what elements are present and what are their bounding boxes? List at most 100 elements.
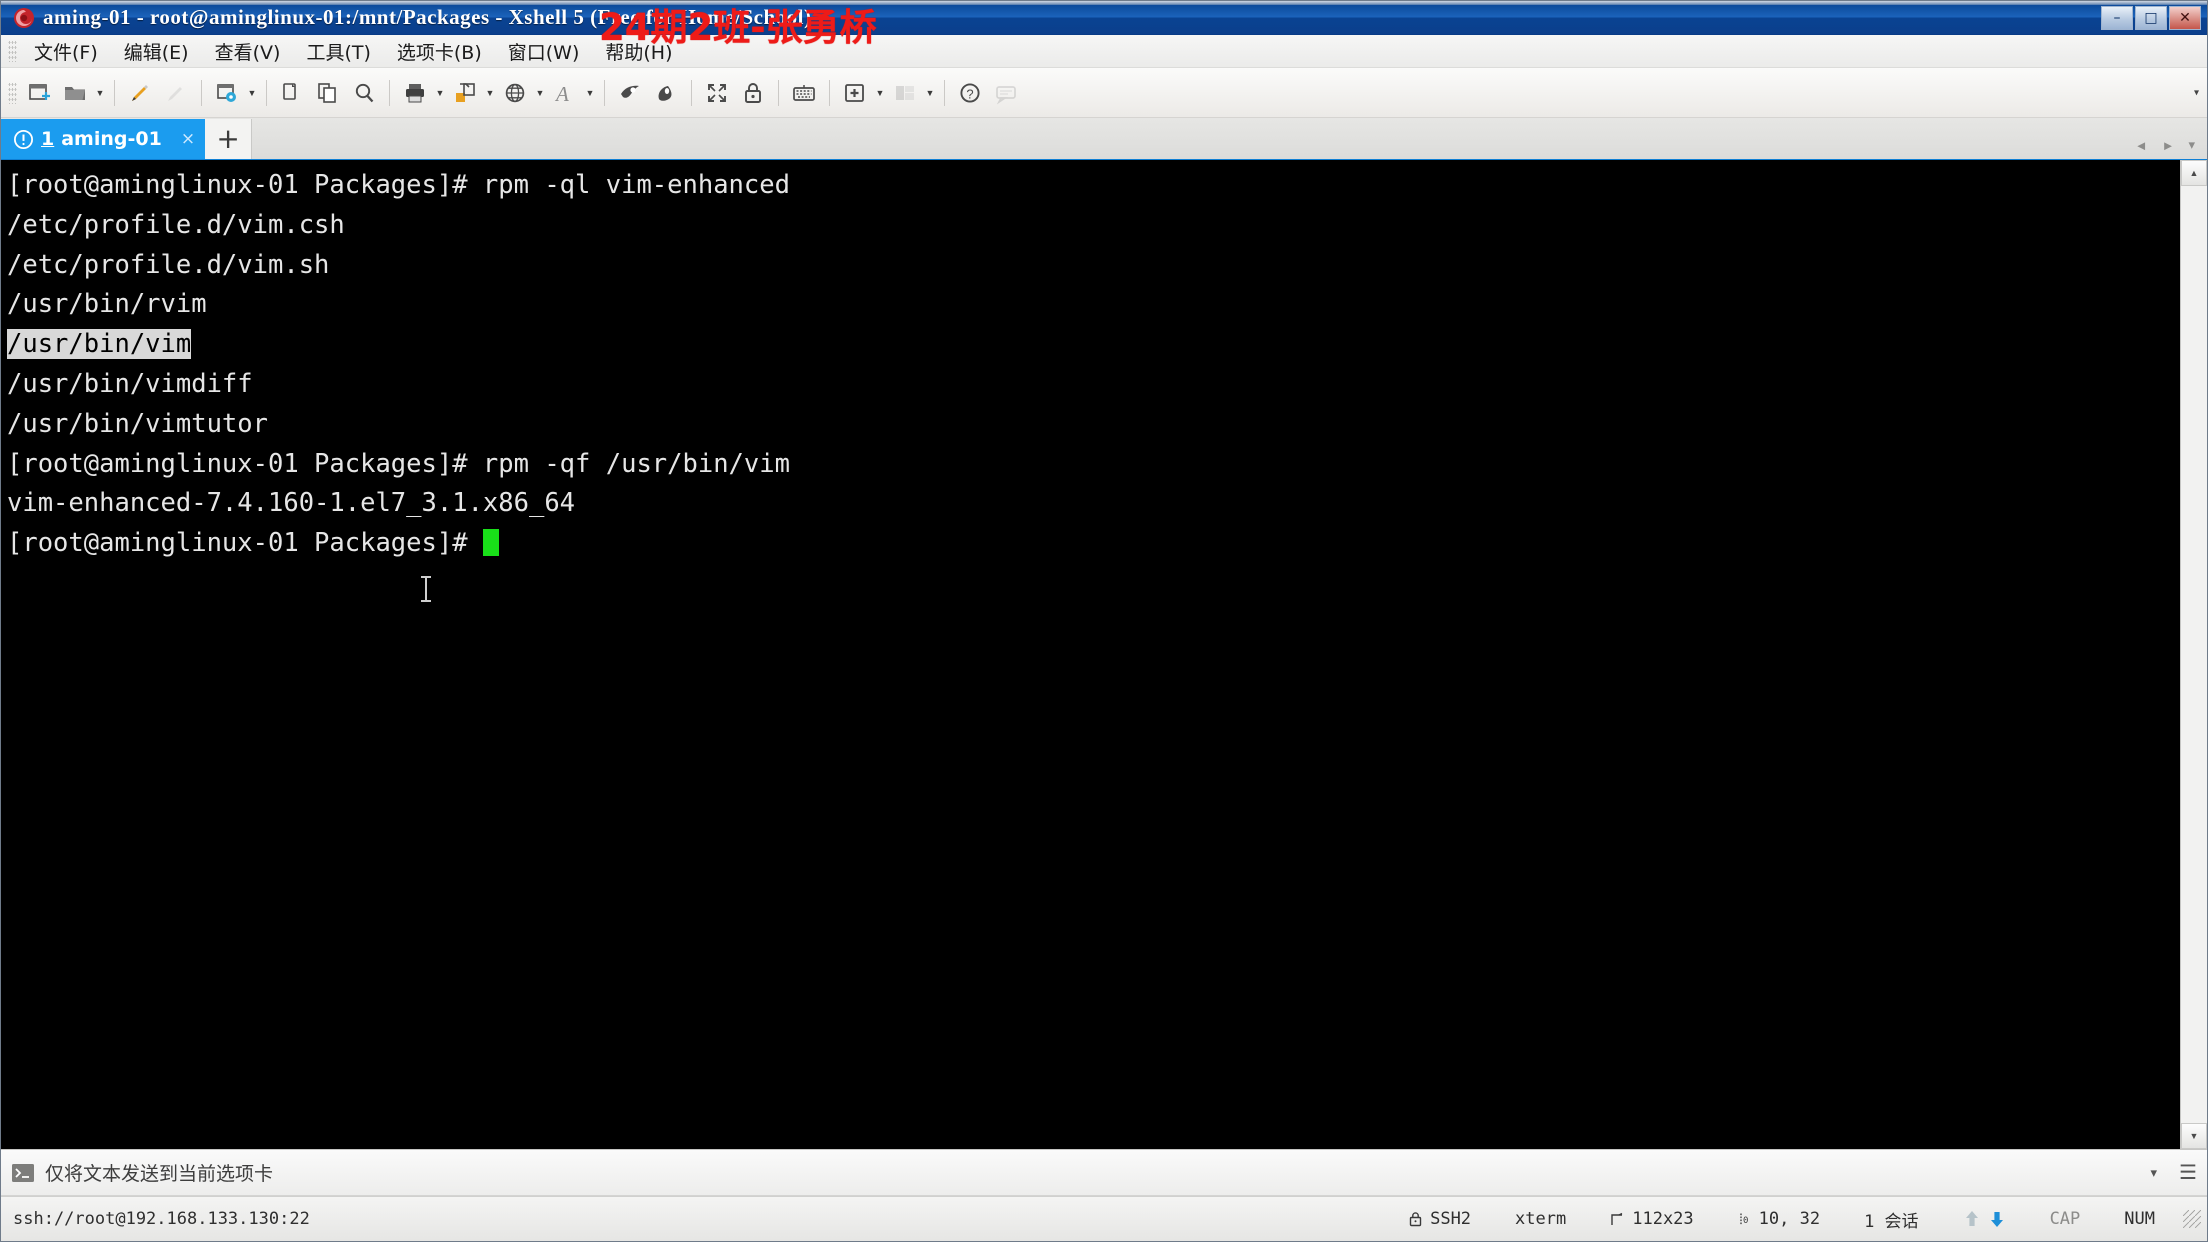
tab-scroll-left-icon[interactable]: ◄ (2135, 138, 2148, 153)
menu-tools[interactable]: 工具(T) (293, 34, 383, 69)
toolbar-separator (604, 79, 605, 106)
tab-label: aming-01 (61, 128, 162, 150)
maximize-button[interactable]: □ (2135, 5, 2167, 30)
scrollbar-track[interactable] (2181, 186, 2207, 1123)
menu-edit[interactable]: 编辑(E) (111, 34, 202, 69)
copy-icon[interactable] (274, 75, 310, 111)
help-icon[interactable]: ? (952, 75, 988, 111)
lock-icon (1408, 1211, 1423, 1227)
mouse-text-cursor (421, 576, 431, 602)
open-folder-dropdown-caret[interactable]: ▼ (93, 76, 107, 110)
fullscreen-icon[interactable] (699, 75, 735, 111)
terminal-selected-text: /usr/bin/vim (7, 329, 192, 360)
toolbar-separator (944, 79, 945, 106)
font-dropdown-caret[interactable]: ▼ (583, 76, 597, 110)
close-button[interactable]: ✕ (2169, 5, 2201, 30)
status-bar: ssh://root@192.168.133.130:22 SSH2 xterm… (1, 1196, 2207, 1241)
cursor-position-label: 10, 32 (1758, 1209, 1821, 1229)
new-tab-button[interactable]: + (205, 119, 253, 159)
tab-scroll-right-icon[interactable]: ► (2162, 138, 2175, 153)
print-dropdown-caret[interactable]: ▼ (433, 76, 447, 110)
open-folder-icon[interactable] (57, 75, 93, 111)
toolbar-separator (266, 79, 267, 106)
new-tab-icon[interactable] (837, 75, 873, 111)
terminal-scrollbar[interactable]: ▲ ▼ (2180, 160, 2207, 1149)
toolbar-separator (114, 79, 115, 106)
minimize-button[interactable]: – (2101, 5, 2133, 30)
globe-icon[interactable] (497, 75, 533, 111)
menu-drag-grip[interactable] (8, 40, 17, 62)
connect-icon[interactable] (122, 75, 158, 111)
new-tab-dropdown-caret[interactable]: ▼ (873, 76, 887, 110)
svg-text:?: ? (966, 86, 973, 101)
connection-url: ssh://root@192.168.133.130:22 (13, 1209, 310, 1229)
toolbar-overflow-caret[interactable]: ▾ (2194, 87, 2199, 98)
xshell-window: aming-01 - root@aminglinux-01:/mnt/Packa… (0, 0, 2208, 1242)
terminal-output[interactable]: [root@aminglinux-01 Packages]# rpm -ql v… (1, 160, 2180, 1149)
app-icon (11, 5, 37, 31)
screen-size-icon (1610, 1212, 1625, 1227)
xagent-icon[interactable] (648, 75, 684, 111)
tab-bar: 1 aming-01 × + ◄ ► ▾ (1, 118, 2207, 160)
layout-dropdown-caret[interactable]: ▼ (923, 76, 937, 110)
resize-grip[interactable] (2183, 1210, 2201, 1228)
transfer-dropdown-caret[interactable]: ▼ (483, 76, 497, 110)
toolbar-drag-grip[interactable] (8, 81, 17, 104)
scroll-up-arrow-icon[interactable]: ▲ (2181, 160, 2207, 186)
screen-size-label: 112x23 (1632, 1209, 1694, 1229)
tab-scroll-controls: ◄ ► ▾ (2135, 137, 2207, 159)
status-session-count: 1 会话 (1864, 1211, 1919, 1232)
menu-view[interactable]: 查看(V) (202, 34, 294, 69)
menu-tabs[interactable]: 选项卡(B) (384, 34, 495, 69)
protocol-label: SSH2 (1430, 1209, 1472, 1229)
warning-icon (13, 129, 34, 150)
terminal-line: /etc/profile.d/vim.csh (7, 209, 345, 240)
chat-icon (988, 75, 1024, 111)
layout-icon (887, 75, 923, 111)
terminal-line: [root@aminglinux-01 Packages]# rpm -ql v… (7, 170, 790, 200)
keyboard-icon[interactable] (786, 75, 822, 111)
status-terminal-type: xterm (1515, 1209, 1567, 1229)
title-bar: aming-01 - root@aminglinux-01:/mnt/Packa… (1, 1, 2207, 49)
terminal-line: [root@aminglinux-01 Packages]# rpm -qf /… (7, 448, 790, 479)
toolbar: ▼ ▼ ▼ ▼ ▼ A ▼ ▼ ▼ ? ▾ (1, 68, 2207, 118)
session-properties-dropdown-caret[interactable]: ▼ (245, 76, 259, 110)
upload-arrow-icon (1963, 1209, 1981, 1229)
status-protocol: SSH2 (1386, 1209, 1493, 1229)
transfer-icon[interactable] (447, 75, 483, 111)
status-transfer-indicators (1941, 1209, 2028, 1229)
svg-text:A: A (554, 82, 569, 105)
font-icon[interactable]: A (547, 75, 583, 111)
send-target-dropdown-caret[interactable]: ▾ (2151, 1165, 2158, 1181)
scroll-down-arrow-icon[interactable]: ▼ (2181, 1123, 2207, 1149)
find-icon[interactable] (346, 75, 382, 111)
tab-list-menu-icon[interactable]: ▾ (2188, 137, 2195, 153)
cursor-position-icon: 0 (1738, 1212, 1752, 1227)
terminal-cursor (482, 529, 499, 557)
send-target-label: 仅将文本发送到当前选项卡 (45, 1163, 274, 1185)
toolbar-separator (778, 79, 779, 106)
toolbar-separator (691, 79, 692, 106)
globe-dropdown-caret[interactable]: ▼ (533, 76, 547, 110)
toolbar-separator (201, 79, 202, 106)
menu-window[interactable]: 窗口(W) (495, 34, 593, 69)
toolbar-separator (389, 79, 390, 106)
tab-aming-01[interactable]: 1 aming-01 × (1, 119, 206, 159)
terminal-line: vim-enhanced-7.4.160-1.el7_3.1.x86_64 (7, 488, 576, 519)
menu-file[interactable]: 文件(F) (21, 34, 111, 69)
print-icon[interactable] (397, 75, 433, 111)
paste-icon[interactable] (310, 75, 346, 111)
disconnect-icon (158, 75, 194, 111)
tab-close-icon[interactable]: × (181, 129, 195, 149)
terminal-line: [root@aminglinux-01 Packages]# (7, 524, 2180, 564)
status-caps-lock: CAP (2049, 1209, 2081, 1229)
lock-icon[interactable] (735, 75, 771, 111)
send-text-bar: 仅将文本发送到当前选项卡 ▾ ☰ (1, 1149, 2207, 1196)
send-bar-menu-icon[interactable]: ☰ (2179, 1160, 2197, 1185)
terminal-line: /usr/bin/vimdiff (7, 368, 253, 399)
terminal-line: /usr/bin/vim (7, 325, 2180, 365)
toolbar-separator (829, 79, 830, 106)
new-session-icon[interactable] (21, 75, 57, 111)
xftp-icon[interactable] (612, 75, 648, 111)
session-properties-icon[interactable] (209, 75, 245, 111)
